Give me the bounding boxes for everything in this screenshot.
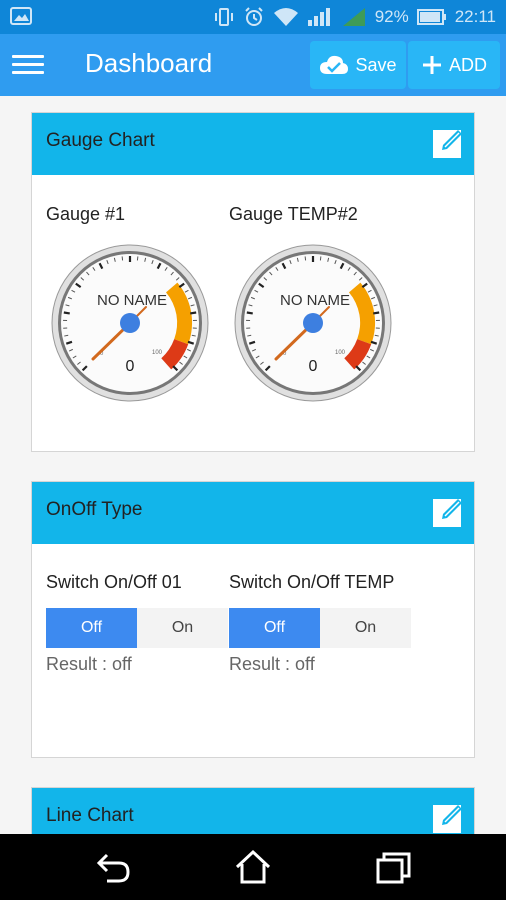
- switch-off-button[interactable]: Off: [46, 608, 137, 648]
- switch-result: Result : off: [229, 654, 315, 674]
- vibrate-icon: [214, 8, 233, 26]
- panel-header: Line Chart: [32, 788, 474, 834]
- save-button[interactable]: Save: [310, 41, 406, 89]
- clock: 22:11: [454, 7, 496, 26]
- switch-on-button[interactable]: On: [320, 608, 411, 648]
- gauge-chart-panel: Gauge Chart Gauge #1 Gauge TEMP#2 NO NAM…: [31, 112, 475, 452]
- gauge-name: NO NAME: [97, 292, 167, 309]
- gauge-name: NO NAME: [280, 292, 350, 309]
- edit-button[interactable]: [432, 495, 466, 529]
- gauge-major-tick: [246, 311, 253, 315]
- dashboard-content: Gauge Chart Gauge #1 Gauge TEMP#2 NO NAM…: [0, 96, 506, 834]
- switch-result: Result : off: [46, 654, 132, 674]
- app-bar: Dashboard Save ADD: [0, 34, 506, 96]
- signal-icon: [342, 8, 365, 26]
- gauge-max-label: 100: [152, 350, 163, 356]
- edit-icon: [433, 805, 462, 833]
- menu-button[interactable]: [12, 51, 44, 79]
- gauge-major-tick: [373, 311, 380, 315]
- save-label: Save: [355, 54, 397, 75]
- panel-header: OnOff Type: [32, 482, 474, 544]
- battery-percent: 92%: [374, 7, 409, 26]
- battery-icon: [416, 9, 446, 25]
- status-icons: 92% 22:11: [213, 0, 496, 34]
- gauge-value: 0: [309, 358, 318, 375]
- switch-label: Switch On/Off 01: [46, 572, 182, 592]
- cloud-check-icon: [320, 55, 349, 74]
- edit-button[interactable]: [432, 126, 466, 160]
- gauge-hub: [303, 313, 323, 333]
- signal-icon: [307, 8, 330, 26]
- page-title: Dashboard: [85, 48, 213, 78]
- edit-icon: [433, 130, 462, 158]
- hamburger-icon: [12, 55, 44, 74]
- recents-icon[interactable]: [374, 849, 414, 885]
- panel-header: Gauge Chart: [32, 113, 474, 175]
- status-bar: 92% 22:11: [0, 0, 506, 34]
- switch-on-button[interactable]: On: [137, 608, 228, 648]
- gauge-value: 0: [126, 358, 135, 375]
- gauge-major-tick: [190, 311, 197, 315]
- gauge-2: NO NAME 0 100 0: [234, 244, 392, 402]
- back-icon[interactable]: [93, 849, 133, 885]
- wifi-icon: [273, 8, 298, 26]
- line-chart-panel: Line Chart: [31, 787, 475, 834]
- panel-title: OnOff Type: [46, 499, 143, 520]
- plus-icon: [422, 56, 441, 74]
- panel-title: Line Chart: [46, 805, 134, 826]
- image-icon: [10, 7, 32, 25]
- gauge-1: NO NAME 0 100 0: [51, 244, 209, 402]
- gauge-max-label: 100: [335, 350, 346, 356]
- panel-title: Gauge Chart: [46, 130, 155, 151]
- edit-button[interactable]: [432, 801, 466, 834]
- gauge-hub: [120, 313, 140, 333]
- edit-icon: [433, 499, 462, 527]
- gauge-label: Gauge #1: [46, 204, 126, 224]
- onoff-type-panel: OnOff Type Switch On/Off 01 Switch On/Of…: [31, 481, 475, 758]
- switch-label: Switch On/Off TEMP: [229, 572, 395, 592]
- add-button[interactable]: ADD: [408, 41, 500, 89]
- on-off-switch: Off On: [229, 608, 411, 648]
- home-icon[interactable]: [233, 849, 273, 885]
- on-off-switch: Off On: [46, 608, 228, 648]
- alarm-icon: [244, 7, 263, 26]
- gauge-major-tick: [63, 311, 70, 315]
- gauge-label: Gauge TEMP#2: [229, 204, 358, 224]
- switch-off-button[interactable]: Off: [229, 608, 320, 648]
- add-label: ADD: [448, 54, 487, 75]
- navigation-bar: [0, 834, 506, 900]
